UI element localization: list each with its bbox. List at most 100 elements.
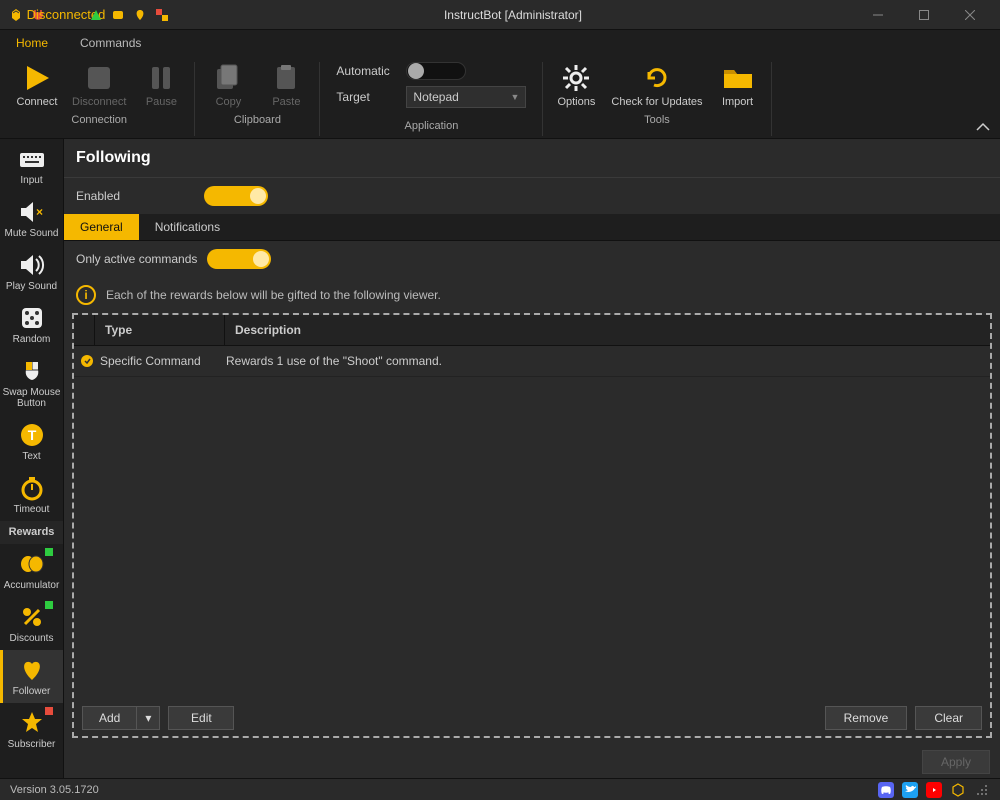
tab-notifications[interactable]: Notifications — [139, 214, 236, 240]
enabled-row: Enabled — [64, 178, 1000, 214]
import-button[interactable]: Import — [715, 62, 761, 108]
automatic-toggle[interactable] — [406, 62, 466, 80]
dice-icon — [18, 304, 46, 332]
row-type: Specific Command — [96, 354, 226, 368]
stop-icon — [83, 62, 115, 94]
paste-icon — [270, 62, 302, 94]
apply-bar: Apply — [64, 746, 1000, 778]
sidebar: Input × Mute Sound Play Sound Random Swa… — [0, 139, 64, 778]
svg-text:T: T — [27, 427, 36, 443]
refresh-icon — [641, 62, 673, 94]
ribbon-group-tools: Options Check for Updates Import Tools — [543, 62, 771, 136]
sidebar-item-play-sound[interactable]: Play Sound — [0, 245, 63, 298]
pause-button[interactable]: Pause — [138, 62, 184, 108]
table-body[interactable]: Specific Command Rewards 1 use of the "S… — [74, 346, 990, 700]
copy-icon — [212, 62, 244, 94]
sidebar-item-text[interactable]: T Text — [0, 415, 63, 468]
disconnect-button[interactable]: Disconnect — [72, 62, 126, 108]
close-button[interactable] — [948, 1, 992, 29]
status-bar: Version 3.05.1720 — [0, 778, 1000, 800]
check-updates-button[interactable]: Check for Updates — [611, 62, 702, 108]
status-icon-1[interactable] — [88, 7, 104, 23]
sidebar-item-subscriber[interactable]: Subscriber — [0, 703, 63, 756]
enabled-label: Enabled — [76, 189, 186, 203]
menubar: Home Commands — [0, 30, 1000, 56]
target-label: Target — [336, 90, 396, 104]
col-description[interactable]: Description — [224, 315, 990, 345]
twitter-icon[interactable] — [902, 782, 918, 798]
automatic-label: Automatic — [336, 64, 396, 78]
version-text: Version 3.05.1720 — [10, 784, 99, 796]
menu-home[interactable]: Home — [10, 32, 54, 54]
section-title: Following — [64, 139, 1000, 178]
minimize-button[interactable] — [856, 1, 900, 29]
sidebar-item-random[interactable]: Random — [0, 298, 63, 351]
titlebar-left-icons: Disconnected — [8, 7, 170, 23]
ribbon-group-application: Automatic Target Notepad ▼ Application — [320, 62, 543, 136]
mouse-icon — [18, 357, 46, 385]
table-row[interactable]: Specific Command Rewards 1 use of the "S… — [74, 346, 990, 377]
col-type[interactable]: Type — [94, 315, 224, 345]
only-active-toggle[interactable] — [207, 249, 271, 269]
maximize-button[interactable] — [902, 1, 946, 29]
enabled-toggle[interactable] — [204, 186, 268, 206]
add-button[interactable]: Add ▾ — [82, 706, 160, 730]
content: Following Enabled General Notifications … — [64, 139, 1000, 778]
gear-icon — [560, 62, 592, 94]
connection-status-text: Disconnected — [58, 7, 74, 23]
copy-button[interactable]: Copy — [205, 62, 251, 108]
connect-button[interactable]: Connect — [14, 62, 60, 108]
youtube-icon[interactable] — [926, 782, 942, 798]
info-row: i Each of the rewards below will be gift… — [64, 277, 1000, 313]
pause-icon — [145, 62, 177, 94]
ribbon-group-connection: Connect Disconnect Pause Connection — [4, 62, 195, 136]
menu-commands[interactable]: Commands — [74, 32, 147, 54]
options-button[interactable]: Options — [553, 62, 599, 108]
status-badge-green — [45, 601, 53, 609]
ribbon-group-connection-label: Connection — [71, 114, 127, 130]
remove-button[interactable]: Remove — [825, 706, 908, 730]
apply-button: Apply — [922, 750, 990, 774]
folder-icon — [722, 62, 754, 94]
svg-text:×: × — [36, 205, 43, 219]
sidebar-item-accumulator[interactable]: Accumulator — [0, 544, 63, 597]
sidebar-item-discounts[interactable]: Discounts — [0, 597, 63, 650]
ribbon-group-application-label: Application — [336, 120, 526, 136]
info-text: Each of the rewards below will be gifted… — [106, 288, 441, 302]
clear-button[interactable]: Clear — [915, 706, 982, 730]
table-header: Type Description — [74, 315, 990, 346]
edit-button[interactable]: Edit — [168, 706, 234, 730]
ribbon: Connect Disconnect Pause Connection Copy… — [0, 56, 1000, 139]
sidebar-item-follower[interactable]: Follower — [0, 650, 63, 703]
status-badge-green — [45, 548, 53, 556]
table-button-bar: Add ▾ Edit Remove Clear — [74, 700, 990, 736]
status-icon-3[interactable] — [132, 7, 148, 23]
sidebar-item-swap-mouse[interactable]: Swap Mouse Button — [0, 351, 63, 415]
ribbon-group-clipboard-label: Clipboard — [234, 114, 281, 130]
status-icon-2[interactable] — [110, 7, 126, 23]
ribbon-group-tools-label: Tools — [644, 114, 670, 130]
star-icon — [18, 709, 46, 737]
discord-icon[interactable] — [878, 782, 894, 798]
row-desc: Rewards 1 use of the "Shoot" command. — [226, 354, 986, 368]
target-select[interactable]: Notepad ▼ — [406, 86, 526, 108]
tab-general[interactable]: General — [64, 214, 139, 240]
row-icon — [78, 354, 96, 368]
chevron-down-icon: ▼ — [511, 92, 520, 102]
ribbon-collapse-button[interactable] — [976, 122, 990, 132]
play-icon — [21, 62, 53, 94]
sidebar-item-input[interactable]: Input — [0, 139, 63, 192]
resize-grip-icon[interactable] — [974, 782, 990, 798]
mute-icon: × — [18, 198, 46, 226]
chevron-down-icon[interactable]: ▾ — [137, 707, 159, 729]
sidebar-item-mute-sound[interactable]: × Mute Sound — [0, 192, 63, 245]
window-title: InstructBot [Administrator] — [170, 8, 856, 22]
status-icon-4[interactable] — [154, 7, 170, 23]
status-right-icons — [878, 782, 990, 798]
sidebar-item-timeout[interactable]: Timeout — [0, 468, 63, 521]
paste-button[interactable]: Paste — [263, 62, 309, 108]
brand-icon[interactable] — [950, 782, 966, 798]
text-icon: T — [18, 421, 46, 449]
rewards-table: Type Description Specific Command Reward… — [72, 313, 992, 738]
percent-icon — [18, 603, 46, 631]
